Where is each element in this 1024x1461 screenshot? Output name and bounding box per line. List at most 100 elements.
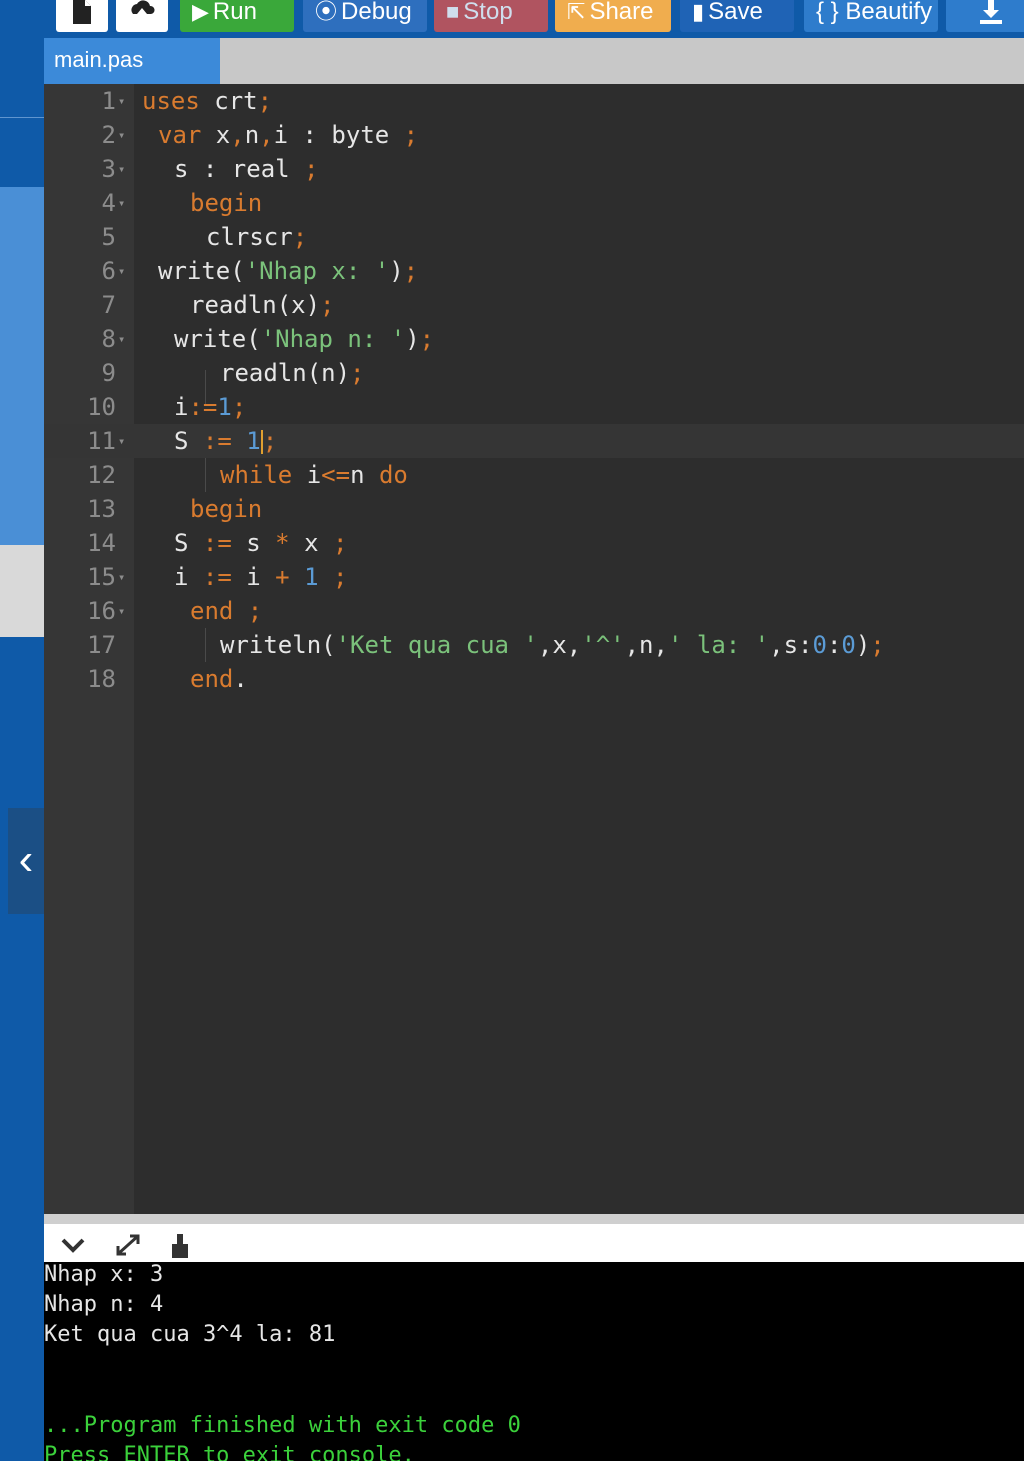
stop-button[interactable]: ■ Stop bbox=[434, 0, 548, 32]
sidebar-segment bbox=[0, 391, 44, 444]
code-text: end. bbox=[190, 665, 248, 693]
tab-main-pas[interactable]: main.pas bbox=[44, 38, 220, 84]
chevron-down-icon[interactable] bbox=[60, 1232, 86, 1263]
save-icon: ▮ bbox=[692, 0, 705, 24]
stop-label: Stop bbox=[463, 0, 513, 25]
code-text: begin bbox=[190, 189, 263, 217]
code-text: clrscr; bbox=[206, 223, 308, 251]
line-number: 8 bbox=[101, 325, 116, 353]
line-number: 12 bbox=[87, 461, 116, 489]
code-line: 18 end. bbox=[44, 662, 1024, 696]
code-editor[interactable]: 1 ▾ uses crt; 2 ▾ var x,n,i : byte ; 3 ▾… bbox=[44, 84, 1024, 1214]
stop-icon: ■ bbox=[446, 0, 460, 24]
code-line: 2 ▾ var x,n,i : byte ; bbox=[44, 118, 1024, 152]
line-number: 7 bbox=[101, 291, 116, 319]
debug-button[interactable]: ⦿ Debug bbox=[303, 0, 427, 32]
code-line: 12 while i<=n do bbox=[44, 458, 1024, 492]
play-icon: ▶ bbox=[192, 0, 209, 24]
code-text: var x,n,i : byte ; bbox=[158, 121, 419, 149]
code-text: s : real ; bbox=[174, 155, 319, 183]
code-line: 17 writeln('Ket qua cua ',x,'^',n,' la: … bbox=[44, 628, 1024, 662]
code-text: i:=1; bbox=[174, 393, 247, 421]
line-number: 16 bbox=[87, 597, 116, 625]
fold-arrow-icon[interactable]: ▾ bbox=[118, 84, 125, 118]
chevron-left-icon: ‹ bbox=[18, 835, 34, 884]
code-text: uses crt; bbox=[142, 87, 273, 115]
sidebar-segment bbox=[0, 0, 44, 118]
run-button[interactable]: ▶ Run bbox=[180, 0, 294, 32]
code-line: 10 i:=1; bbox=[44, 390, 1024, 424]
code-line: 3 ▾ s : real ; bbox=[44, 152, 1024, 186]
code-line: 13 begin bbox=[44, 492, 1024, 526]
download-icon bbox=[980, 0, 1002, 24]
code-line: 7 readln(x); bbox=[44, 288, 1024, 322]
code-text: write('Nhap x: '); bbox=[158, 257, 419, 285]
save-button[interactable]: ▮ Save bbox=[680, 0, 794, 32]
line-number: 4 bbox=[101, 189, 116, 217]
file-tab-bar: main.pas bbox=[44, 38, 1024, 84]
debug-label: Debug bbox=[341, 0, 412, 25]
console-line: Nhap n: 4 bbox=[44, 1292, 164, 1317]
console-toolbar bbox=[44, 1214, 1024, 1262]
left-sidebar bbox=[0, 0, 44, 1461]
console-line-success: Press ENTER to exit console. bbox=[44, 1443, 415, 1461]
code-text: i := i + 1 ; bbox=[174, 563, 348, 591]
code-line: 15 ▾ i := i + 1 ; bbox=[44, 560, 1024, 594]
tab-label: main.pas bbox=[54, 47, 144, 72]
code-text: readln(n); bbox=[220, 359, 365, 387]
line-number: 13 bbox=[87, 495, 116, 523]
console-output[interactable]: Nhap x: 3 Nhap n: 4 Ket qua cua 3^4 la: … bbox=[44, 1262, 1024, 1461]
code-line: 16 ▾ end ; bbox=[44, 594, 1024, 628]
code-line: 1 ▾ uses crt; bbox=[44, 84, 1024, 118]
fold-arrow-icon[interactable]: ▾ bbox=[118, 322, 125, 356]
sidebar-segment bbox=[0, 493, 44, 546]
expand-icon[interactable] bbox=[114, 1232, 142, 1265]
code-text: readln(x); bbox=[190, 291, 335, 319]
line-number: 18 bbox=[87, 665, 116, 693]
share-button[interactable]: ⇱ Share bbox=[555, 0, 671, 32]
fold-arrow-icon[interactable]: ▾ bbox=[118, 594, 125, 628]
line-number: 11 bbox=[87, 427, 116, 455]
share-label: Share bbox=[589, 0, 654, 25]
debug-icon: ⦿ bbox=[315, 0, 338, 24]
code-text: end ; bbox=[190, 597, 263, 625]
sidebar-segment bbox=[0, 443, 44, 494]
fold-arrow-icon[interactable]: ▾ bbox=[118, 186, 125, 220]
code-text: writeln('Ket qua cua ',x,'^',n,' la: ',s… bbox=[220, 631, 885, 659]
collapse-sidebar-button[interactable]: ‹ bbox=[8, 808, 44, 914]
line-number: 2 bbox=[101, 121, 116, 149]
code-line: 6 ▾ write('Nhap x: '); bbox=[44, 254, 1024, 288]
code-text: while i<=n do bbox=[220, 461, 408, 489]
line-number: 6 bbox=[101, 257, 116, 285]
beautify-button[interactable]: { } Beautify bbox=[804, 0, 938, 32]
code-text: begin bbox=[190, 495, 263, 523]
console-line-success: ...Program finished with exit code 0 bbox=[44, 1413, 521, 1438]
line-number: 17 bbox=[87, 631, 116, 659]
code-text: S := s * x ; bbox=[174, 529, 348, 557]
line-number: 9 bbox=[101, 359, 116, 387]
download-button[interactable] bbox=[946, 0, 1024, 32]
fold-arrow-icon[interactable]: ▾ bbox=[118, 254, 125, 288]
fold-arrow-icon[interactable]: ▾ bbox=[118, 118, 125, 152]
fold-arrow-icon[interactable]: ▾ bbox=[118, 560, 125, 594]
code-text: S := 1; bbox=[174, 427, 278, 455]
line-number: 14 bbox=[87, 529, 116, 557]
sidebar-gray-block bbox=[0, 545, 44, 637]
code-line: 9 readln(n); bbox=[44, 356, 1024, 390]
share-icon: ⇱ bbox=[567, 0, 586, 24]
upload-button[interactable] bbox=[116, 0, 168, 32]
fold-arrow-icon[interactable]: ▾ bbox=[118, 152, 125, 186]
fold-arrow-icon[interactable]: ▾ bbox=[118, 424, 125, 458]
sidebar-segment bbox=[0, 187, 44, 240]
line-number: 3 bbox=[101, 155, 116, 183]
code-line: 4 ▾ begin bbox=[44, 186, 1024, 220]
code-line: 8 ▾ write('Nhap n: '); bbox=[44, 322, 1024, 356]
sidebar-segment bbox=[0, 117, 44, 188]
file-icon bbox=[73, 0, 91, 24]
toolbar: ▶ Run ⦿ Debug ■ Stop ⇱ Share ▮ Save { } Beaut… bbox=[44, 0, 1024, 34]
line-number: 1 bbox=[101, 87, 116, 115]
line-number: 10 bbox=[87, 393, 116, 421]
beautify-label: { } Beautify bbox=[816, 0, 933, 25]
code-line: 14 S := s * x ; bbox=[44, 526, 1024, 560]
new-file-button[interactable] bbox=[56, 0, 108, 32]
